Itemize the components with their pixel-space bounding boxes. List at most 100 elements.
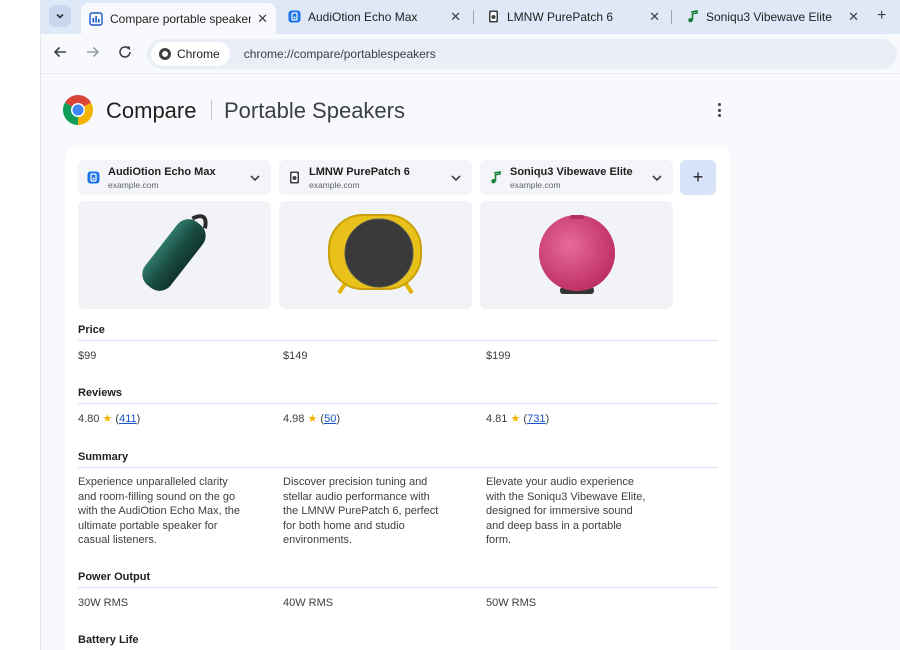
summary-text: Discover precision tuning and stellar au… [283, 475, 458, 548]
summary-line: the LMNW PurePatch 6, perfect [283, 505, 439, 517]
summary-line: stellar audio performance with [283, 490, 430, 503]
plus-icon: + [692, 167, 704, 187]
power-value: 30W RMS [78, 597, 129, 609]
chevron-down-icon [56, 13, 64, 19]
tab-audiotion[interactable]: AudiOtion Echo Max ✕ [279, 3, 469, 30]
section-divider [78, 403, 718, 404]
summary-line: Experience unparalleled clarity [78, 476, 228, 488]
summary-line: Elevate your audio experience [486, 476, 634, 488]
lmnw-logo-icon [486, 10, 500, 24]
section-divider [78, 587, 718, 588]
section-label-power: Power Output [78, 571, 151, 583]
power-value: 40W RMS [283, 597, 334, 609]
tab-title: Compare portable speakers [110, 11, 252, 26]
tab-lmnw[interactable]: LMNW PurePatch 6 ✕ [478, 3, 668, 30]
review-rating: 4.81 ★ (731) [486, 413, 550, 425]
summary-line: and deep bass in a portable [486, 519, 622, 532]
section-label-battery: Battery Life [78, 634, 139, 646]
section-label-summary: Summary [78, 451, 129, 463]
page-title: Portable Speakers [224, 98, 405, 123]
price-value: $149 [283, 350, 308, 362]
summary-text: Elevate your audio experience with the S… [486, 475, 661, 548]
product-name: Soniqu3 Vibewave Elite [510, 165, 633, 178]
tab-separator [473, 10, 474, 24]
tab-strip: Compare portable speakers ✕ AudiOtion Ec… [41, 0, 900, 34]
more-options-icon[interactable] [709, 100, 729, 120]
product-selector[interactable]: Soniqu3 Vibewave Elite example.com [480, 160, 673, 195]
summary-line: with the AudiOtion Echo Max, the [78, 505, 241, 517]
section-label-reviews: Reviews [78, 387, 123, 399]
lmnw-logo-icon [287, 171, 301, 185]
header-divider [211, 100, 212, 120]
tab-soniqu3[interactable]: Soniqu3 Vibewave Elite ✕ [677, 3, 867, 30]
section-divider [78, 467, 718, 468]
tab-close-icon[interactable]: ✕ [450, 9, 461, 25]
reload-icon[interactable] [118, 45, 132, 63]
review-count-link[interactable]: 50 [324, 413, 336, 425]
url-text: chrome://compare/portablespeakers [243, 47, 436, 61]
product-image [480, 201, 673, 309]
price-value: $99 [78, 350, 97, 362]
product-name: LMNW PurePatch 6 [309, 165, 410, 178]
browser-window: Compare portable speakers ✕ AudiOtion Ec… [40, 0, 900, 650]
summary-line: form. [486, 534, 512, 546]
audiotion-logo-icon [287, 10, 301, 24]
tab-search-button[interactable] [49, 5, 71, 27]
price-value: $199 [486, 350, 511, 362]
summary-line: designed for immersive sound [486, 505, 633, 517]
toolbar: Chrome chrome://compare/portablespeakers [41, 34, 900, 74]
chevron-down-icon[interactable] [448, 170, 464, 186]
speaker-pink-image [539, 215, 615, 294]
back-icon[interactable] [53, 45, 67, 63]
chrome-icon [159, 48, 171, 60]
summary-line: with the Soniqu3 Vibewave Elite, [486, 490, 646, 503]
add-product-button[interactable]: + [680, 160, 716, 195]
tab-compare[interactable]: Compare portable speakers ✕ [81, 3, 276, 34]
product-selector[interactable]: LMNW PurePatch 6 example.com [279, 160, 472, 195]
speaker-teal-image [142, 214, 208, 291]
chevron-down-icon[interactable] [649, 170, 665, 186]
new-tab-icon[interactable]: + [877, 7, 886, 25]
product-name: AudiOtion Echo Max [108, 165, 216, 178]
power-value: 50W RMS [486, 597, 537, 609]
forward-icon[interactable] [86, 45, 100, 63]
star-icon: ★ [102, 413, 113, 425]
summary-line: and room-filling sound on the go [78, 490, 236, 503]
rating-value: 4.80 [78, 413, 100, 425]
review-rating: 4.98 ★ (50) [283, 413, 341, 425]
comparison-table: AudiOtion Echo Max example.com LMNW Pure… [65, 147, 731, 650]
address-bar[interactable]: Chrome chrome://compare/portablespeakers [147, 39, 897, 69]
product-image [279, 201, 472, 309]
tab-title: AudiOtion Echo Max [308, 9, 418, 24]
star-icon: ★ [307, 413, 318, 425]
chevron-down-icon[interactable] [247, 170, 263, 186]
summary-line: Discover precision tuning and [283, 476, 428, 488]
audiotion-logo-icon [86, 171, 100, 185]
tab-close-icon[interactable]: ✕ [257, 11, 268, 27]
summary-line: casual listeners. [78, 534, 157, 546]
product-selector[interactable]: AudiOtion Echo Max example.com [78, 160, 271, 195]
star-icon: ★ [510, 413, 521, 425]
tab-title: Soniqu3 Vibewave Elite [706, 9, 832, 24]
review-count-link[interactable]: 731 [527, 413, 545, 425]
music-note-icon [685, 10, 699, 24]
tab-close-icon[interactable]: ✕ [649, 9, 660, 25]
tab-title: LMNW PurePatch 6 [507, 9, 614, 24]
site-info-chip[interactable]: Chrome [151, 42, 230, 66]
speaker-yellow-image [328, 214, 422, 295]
section-divider [78, 340, 718, 341]
product-site: example.com [108, 179, 159, 190]
product-site: example.com [309, 179, 360, 190]
tab-close-icon[interactable]: ✕ [848, 9, 859, 25]
summary-text: Experience unparalleled clarity and room… [78, 475, 253, 548]
chrome-logo-icon [63, 95, 93, 125]
rating-value: 4.98 [283, 413, 305, 425]
product-image [78, 201, 271, 309]
music-note-icon [488, 171, 502, 185]
tab-separator [671, 10, 672, 24]
compare-icon [89, 11, 103, 26]
summary-line: for both home and studio [283, 519, 405, 532]
product-site: example.com [510, 179, 561, 190]
review-count-link[interactable]: 411 [119, 413, 137, 425]
rating-value: 4.81 [486, 413, 508, 425]
